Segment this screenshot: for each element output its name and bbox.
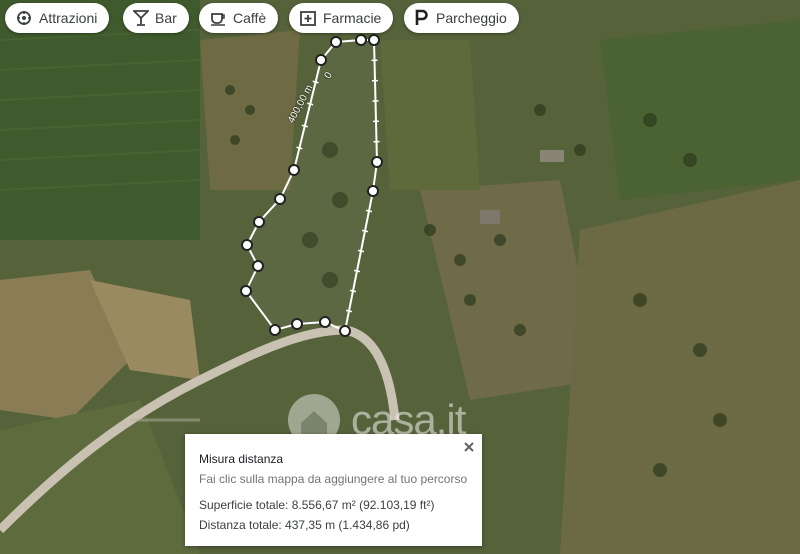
vertex-handle[interactable] [315,54,327,66]
woodland [600,20,800,200]
total-distance: Distanza totale: 437,35 m (1.434,86 pd) [199,518,410,532]
panel-title: Misura distanza [199,452,284,466]
vertex-handle[interactable] [371,156,383,168]
chip-parking[interactable]: Parcheggio [404,3,519,33]
vertex-handle[interactable] [330,36,342,48]
parking-icon [415,9,428,25]
vertex-handle[interactable] [240,285,252,297]
pharmacy-icon [300,11,316,26]
close-icon[interactable] [460,438,478,456]
chip-label: Attrazioni [39,10,98,26]
chip-bar[interactable]: Bar [123,3,189,33]
chip-attractions[interactable]: Attrazioni [5,3,110,33]
vertex-handle[interactable] [291,318,303,330]
panel-hint: Fai clic sulla mappa da aggiungere al tu… [199,472,468,486]
vertex-handle[interactable] [269,324,281,336]
chip-label: Bar [155,10,177,26]
total-area: Superficie totale: 8.556,67 m² (92.103,1… [199,498,435,512]
vertex-handle[interactable] [241,239,253,251]
building [480,210,500,224]
measure-distance-panel: Misura distanza Fai clic sulla mappa da … [185,434,482,546]
vertex-handle[interactable] [339,325,351,337]
building [540,150,564,162]
vertex-handle[interactable] [367,185,379,197]
chip-label: Caffè [233,10,267,26]
chip-pharmacy[interactable]: Farmacie [289,3,394,33]
vertex-handle[interactable] [252,260,264,272]
cocktail-icon [133,10,149,26]
vertex-handle[interactable] [274,193,286,205]
vertex-handle[interactable] [253,216,265,228]
chip-label: Parcheggio [436,10,507,26]
chip-label: Farmacie [323,10,382,26]
orchard-field [380,40,480,190]
chip-coffee[interactable]: Caffè [199,3,279,33]
vertex-handle[interactable] [355,34,367,46]
coffee-cup-icon [211,13,225,26]
orchard-field [560,180,800,554]
vertex-handle[interactable] [288,164,300,176]
vertex-handle[interactable] [368,34,380,46]
vertex-handle[interactable] [319,316,331,328]
attractions-icon [17,11,31,25]
